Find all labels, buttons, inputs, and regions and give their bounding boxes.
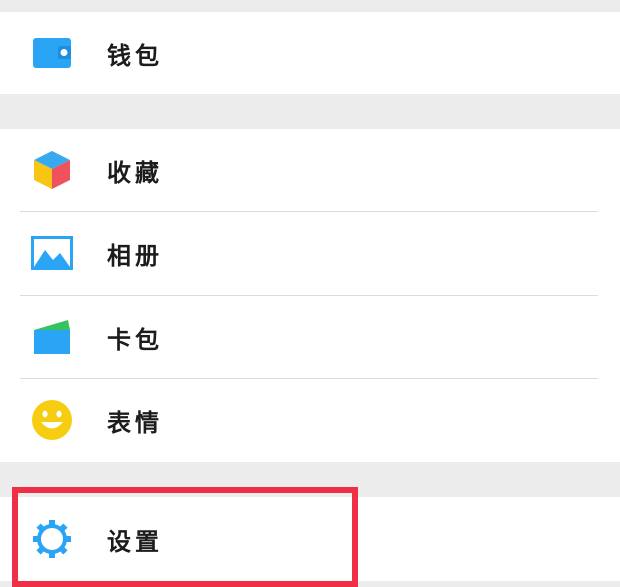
menu-item-album[interactable]: 相册 [0,212,620,294]
picture-icon [30,231,74,275]
menu-item-label: 相册 [107,240,163,270]
cube-icon [30,148,74,192]
menu-item-favorites[interactable]: 收藏 [0,129,620,211]
card-holder-icon [30,315,74,359]
content-group: 收藏 相册 卡包 表情 [0,129,620,462]
menu-item-label: 表情 [107,407,163,437]
gear-icon [30,517,74,561]
wallet-icon [30,31,74,75]
menu-item-label: 卡包 [107,324,163,354]
menu-item-card-wallet[interactable]: 卡包 [0,296,620,378]
menu-item-label: 收藏 [107,157,163,187]
menu-item-label: 钱包 [107,40,163,70]
settings-group: 设置 [0,497,620,581]
menu-item-stickers[interactable]: 表情 [0,379,620,461]
menu-item-label: 设置 [107,526,163,556]
menu-item-wallet[interactable]: 钱包 [0,12,620,94]
wallet-group: 钱包 [0,12,620,94]
me-page-menu: 钱包 收藏 相册 卡包 表情 设置 [0,0,620,587]
smiley-icon [30,398,74,442]
menu-item-settings[interactable]: 设置 [0,497,620,581]
